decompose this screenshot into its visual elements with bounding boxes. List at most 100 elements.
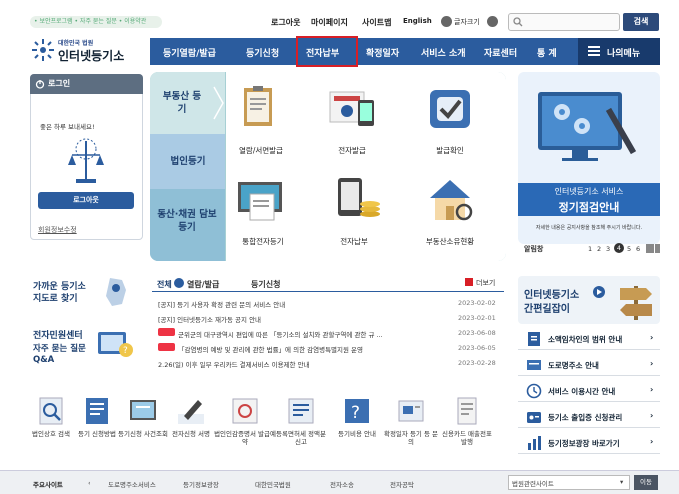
news-date-3: 2023-06-08 <box>458 329 496 337</box>
registration-method-icon[interactable] <box>82 396 112 426</box>
logout-link[interactable]: 로그아웃 <box>271 17 300 28</box>
chevron-right-icon: › <box>650 385 654 394</box>
pager-6[interactable]: 6 <box>636 245 640 253</box>
search-input[interactable] <box>508 13 620 31</box>
news-item-5[interactable]: 2.26(일) 이후 일부 우리카드 결제서비스 이용제한 안내 <box>158 359 448 369</box>
nav-highlight-box <box>296 36 358 67</box>
property-ownership-icon[interactable] <box>426 176 474 224</box>
footer-link-court[interactable]: 대한민국법원 <box>255 479 291 489</box>
news-item-2[interactable]: [공지] 인터넷등기소 재가동 공지 안내 <box>158 314 448 324</box>
popup-label: 알림창 <box>524 245 544 253</box>
footer-prev-icon[interactable]: ‹ <box>88 479 91 487</box>
integrated-e-registry-icon[interactable] <box>236 178 284 222</box>
chevron-right-icon <box>213 86 224 120</box>
more-plus-icon <box>465 278 473 286</box>
search-button[interactable]: 검색 <box>623 13 659 31</box>
court-logo-icon <box>32 39 54 61</box>
chevron-right-icon: › <box>650 359 654 368</box>
e-sign-pen-icon[interactable] <box>176 396 206 426</box>
pager-5[interactable]: 5 <box>627 245 631 253</box>
chevron-down-icon: ▾ <box>620 478 624 486</box>
faq-monitor-icon: ? <box>98 332 133 357</box>
pager-3[interactable]: 3 <box>606 245 610 253</box>
news-date-5: 2023-02-28 <box>458 359 496 367</box>
go-button[interactable]: 이동 <box>634 475 658 490</box>
my-menu-label: 나의메뉴 <box>607 49 641 59</box>
icon-label-cost[interactable]: 등기비용 안내 <box>329 430 385 438</box>
e-issue-icon[interactable] <box>328 90 376 130</box>
chevron-right-icon: › <box>650 411 654 420</box>
credit-card-receipt-icon[interactable] <box>452 396 482 426</box>
korea-map-icon <box>106 278 126 306</box>
footer-link-plaza[interactable]: 등기정보광장 <box>183 479 219 489</box>
tile-view-issue-label[interactable]: 열람/서면발급 <box>227 145 295 156</box>
icon-label-sign[interactable]: 전자신청 서명 <box>163 430 219 438</box>
nearby-office-title-2[interactable]: 지도로 찾기 <box>33 291 78 304</box>
new-badge-icon <box>158 343 175 351</box>
icon-label-tax[interactable]: 등록면허세 정액분 신고 <box>273 430 329 446</box>
power-icon <box>35 80 45 89</box>
icon-label-seal[interactable]: 법인인감증명서 발급예약 <box>213 430 277 446</box>
logout-button[interactable]: 로그아웃 <box>38 192 134 209</box>
tab-registration[interactable]: 등기신청 <box>251 279 280 290</box>
document-icon <box>528 332 540 346</box>
issue-verify-icon[interactable] <box>428 88 472 130</box>
nav-item-service[interactable]: 서비스 소개 <box>421 46 466 59</box>
footer-link-deposit[interactable]: 전자공탁 <box>390 479 414 489</box>
quick-guide-title-1: 인터넷등기소 <box>524 290 580 301</box>
news-item-1[interactable]: [공지] 등기 사용자 확정 관련 문의 서비스 안내 <box>158 299 448 309</box>
pager-1[interactable]: 1 <box>588 245 592 253</box>
quick-guide-title-2: 간편길잡이 <box>524 304 570 315</box>
footer-link-e-litigation[interactable]: 전자소송 <box>330 479 354 489</box>
news-date-2: 2023-02-01 <box>458 314 496 322</box>
tile-integrated-label[interactable]: 통합전자등기 <box>226 236 300 247</box>
tab-all[interactable]: 전체 <box>157 279 172 290</box>
e-center-title[interactable]: 전자민원센터 <box>33 328 83 341</box>
e-payment-icon[interactable] <box>334 176 382 224</box>
footer-link-road[interactable]: 도로명주소서비스 <box>108 479 156 489</box>
logo-title[interactable]: 인터넷등기소 <box>58 47 124 64</box>
seal-certificate-icon[interactable] <box>230 396 260 426</box>
zoom-out-icon[interactable] <box>441 16 452 27</box>
news-item-4[interactable]: 「감염병의 예방 및 관리에 관한 법률」에 의한 감염병특별지원 운영 <box>178 344 450 354</box>
tile-verify-label[interactable]: 발급확인 <box>418 145 482 156</box>
english-link[interactable]: English <box>403 17 432 25</box>
link-road-address-label: 도로명주소 안내 <box>548 361 599 370</box>
nav-item-view-issue[interactable]: 등기열람/발급 <box>163 46 216 59</box>
cost-question-icon[interactable]: ? <box>342 396 372 426</box>
tab-view-issue[interactable]: 열람/발급 <box>187 279 219 290</box>
tile-e-issue-label[interactable]: 전자발급 <box>320 145 384 156</box>
nav-item-resources[interactable]: 자료센터 <box>484 46 517 59</box>
nav-item-registration[interactable]: 등기신청 <box>246 46 279 59</box>
pager-2[interactable]: 2 <box>597 245 601 253</box>
icon-label-card[interactable]: 신용카드 매출전표 발행 <box>439 430 495 446</box>
faq-title[interactable]: 자주 묻는 질문 Q&A <box>33 344 95 366</box>
search-icon <box>513 17 523 27</box>
news-item-3[interactable]: 군위군의 대구광역시 편입에 따른 「등기소의 설치와 관할구역에 관한 규 .… <box>178 329 450 339</box>
pager-next-icon[interactable] <box>655 244 660 253</box>
edit-profile-link[interactable]: 회원정보수정 <box>38 225 77 235</box>
nav-item-fixed-date[interactable]: 확정일자 <box>366 46 399 59</box>
case-inquiry-icon[interactable] <box>128 396 158 426</box>
news-more-link[interactable]: 더보기 <box>476 278 495 288</box>
icon-label-fixed-date[interactable]: 확정일자 등기 등 문의 <box>383 430 439 446</box>
chevron-right-icon: › <box>650 333 654 342</box>
sitemap-link[interactable]: 사이트맵 <box>362 17 391 28</box>
corp-name-search-icon[interactable] <box>36 396 66 426</box>
clock-icon <box>526 383 542 399</box>
new-badge-icon <box>158 328 175 336</box>
tax-report-icon[interactable] <box>286 396 316 426</box>
cat-realestate: 부동산 등기 <box>162 91 202 115</box>
pager-4[interactable]: 4 <box>614 243 624 253</box>
tile-ownership-label[interactable]: 부동산소유현황 <box>412 236 488 247</box>
fixed-date-inquiry-icon[interactable] <box>396 396 426 426</box>
court-emblem-icon <box>68 138 104 183</box>
mypage-link[interactable]: 마이페이지 <box>311 17 348 28</box>
cat-movable: 동산·채권 담보 등기 <box>157 209 217 233</box>
zoom-in-icon[interactable] <box>487 16 498 27</box>
document-view-icon[interactable] <box>241 86 275 130</box>
tile-e-payment-label[interactable]: 전자납부 <box>322 236 386 247</box>
svg-text:?: ? <box>123 346 128 356</box>
pager-pause-icon[interactable] <box>646 244 654 253</box>
nav-item-stats[interactable]: 통 계 <box>537 46 557 59</box>
